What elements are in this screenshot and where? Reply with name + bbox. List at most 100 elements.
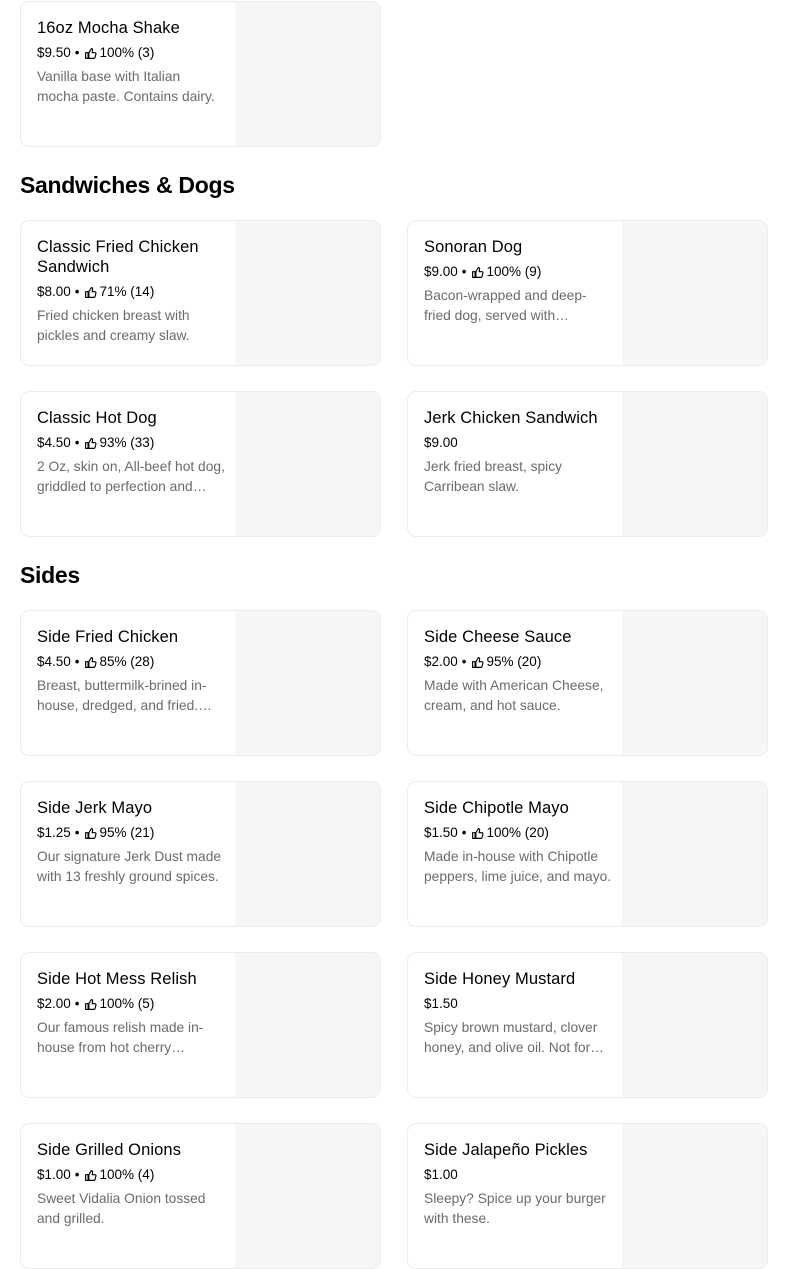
item-rating: 100% (9) (486, 264, 542, 279)
thumbs-up-icon (84, 286, 97, 298)
item-rating: 93% (33) (99, 435, 155, 450)
item-description: Fried chicken breast with pickles and cr… (37, 308, 190, 343)
thumbs-up-icon (471, 656, 484, 668)
item-description: Made in-house with Chipotle peppers, lim… (424, 849, 612, 884)
item-price: $2.00 (37, 996, 71, 1011)
item-name: Side Hot Mess Relish (37, 970, 197, 988)
item-description: Jerk fried breast, spicy Carribean slaw. (424, 459, 563, 494)
item-meta: $2.00 • 95% (20) (424, 652, 612, 672)
item-name: Side Jerk Mayo (37, 799, 153, 817)
item-image (235, 392, 380, 536)
thumbs-up-icon (84, 656, 97, 668)
item-price: $1.00 (424, 1167, 458, 1182)
menu-item-card[interactable]: Jerk Chicken Sandwich $9.00 Jerk fried b… (407, 391, 768, 537)
item-rating: 100% (20) (486, 825, 549, 840)
item-name: Side Honey Mustard (424, 970, 576, 988)
menu-item-card[interactable]: Side Honey Mustard $1.50 Spicy brown mus… (407, 952, 768, 1098)
thumbs-up-icon (84, 47, 97, 59)
item-name: Classic Hot Dog (37, 409, 157, 427)
item-name: Side Cheese Sauce (424, 628, 572, 646)
menu-item-card[interactable]: Side Jerk Mayo $1.25 • 95% (21) Our signa… (20, 781, 381, 927)
item-price: $9.00 (424, 435, 458, 450)
item-price: $1.00 (37, 1167, 71, 1182)
item-rating: 95% (21) (99, 825, 155, 840)
item-description: 2 Oz, skin on, All-beef hot dog, griddle… (37, 459, 225, 494)
item-image (235, 2, 380, 146)
item-price: $4.50 (37, 654, 71, 669)
item-meta: $1.25 • 95% (21) (37, 823, 225, 843)
item-image (235, 1124, 380, 1268)
item-description: Spicy brown mustard, clover honey, and o… (424, 1020, 598, 1055)
item-image (235, 953, 380, 1097)
thumbs-up-icon (84, 998, 97, 1010)
item-description: Our signature Jerk Dust made with 13 fre… (37, 849, 222, 884)
section-title: Sandwiches & Dogs (20, 172, 235, 198)
thumbs-up-icon (471, 266, 484, 278)
item-name: 16oz Mocha Shake (37, 19, 180, 37)
menu-item-card[interactable]: Classic Fried Chicken Sandwich $8.00 • 71… (20, 220, 381, 366)
item-meta: $2.00 • 100% (5) (37, 994, 225, 1014)
item-price: $9.50 (37, 45, 71, 60)
item-price: $1.50 (424, 996, 458, 1011)
item-rating: 95% (20) (486, 654, 542, 669)
item-meta: $4.50 • 85% (28) (37, 652, 225, 672)
item-description: Sleepy? Spice up your burger with these. (424, 1191, 606, 1226)
menu-item-card[interactable]: Side Cheese Sauce $2.00 • 95% (20) Made w… (407, 610, 768, 756)
item-rating: 100% (4) (99, 1167, 155, 1182)
item-price: $2.00 (424, 654, 458, 669)
item-image (622, 1124, 767, 1268)
item-price: $9.00 (424, 264, 458, 279)
item-rating: 71% (14) (99, 284, 155, 299)
item-rating: 100% (3) (99, 45, 155, 60)
item-meta: $9.50 • 100% (3) (37, 43, 225, 63)
section-title: Sides (20, 562, 80, 588)
item-image (235, 782, 380, 926)
item-name: Jerk Chicken Sandwich (424, 409, 598, 427)
item-price: $1.50 (424, 825, 458, 840)
item-name: Side Chipotle Mayo (424, 799, 569, 817)
item-price: $8.00 (37, 284, 71, 299)
thumbs-up-icon (84, 827, 97, 839)
item-image (622, 782, 767, 926)
item-meta: $4.50 • 93% (33) (37, 433, 225, 453)
menu-item-card[interactable]: Side Jalapeño Pickles $1.00 Sleepy? Spic… (407, 1123, 768, 1269)
menu-item-card[interactable]: Sonoran Dog $9.00 • 100% (9) Bacon-wrappe… (407, 220, 768, 366)
item-description: Our famous relish made in-house from hot… (37, 1020, 204, 1055)
item-rating: 100% (5) (99, 996, 155, 1011)
item-meta: $1.50 • 100% (20) (424, 823, 612, 843)
thumbs-up-icon (84, 1169, 97, 1181)
menu-item-card[interactable]: Side Grilled Onions $1.00 • 100% (4) Swee… (20, 1123, 381, 1269)
item-name: Side Fried Chicken (37, 628, 179, 646)
item-image (622, 611, 767, 755)
item-description: Sweet Vidalia Onion tossed and grilled. (37, 1191, 206, 1226)
item-rating: 85% (28) (99, 654, 155, 669)
item-meta: $9.00 • 100% (9) (424, 262, 612, 282)
item-name: Side Jalapeño Pickles (424, 1141, 588, 1159)
item-description: Breast, buttermilk-brined in-house, dred… (37, 678, 207, 713)
item-description: Made with American Cheese, cream, and ho… (424, 678, 604, 713)
menu-item-card[interactable]: Side Chipotle Mayo $1.50 • 100% (20) Made… (407, 781, 768, 927)
item-meta: $1.00 • 100% (4) (37, 1165, 225, 1185)
item-meta: $1.00 (424, 1165, 612, 1185)
item-description: Vanilla base with Italian mocha paste. C… (37, 69, 215, 104)
item-meta: $9.00 (424, 433, 612, 453)
item-name: Classic Fried Chicken Sandwich (37, 238, 199, 276)
item-image (622, 953, 767, 1097)
item-image (235, 221, 380, 365)
item-meta: $8.00 • 71% (14) (37, 282, 225, 302)
item-price: $4.50 (37, 435, 71, 450)
thumbs-up-icon (471, 827, 484, 839)
menu-item-card[interactable]: Side Hot Mess Relish $2.00 • 100% (5) Our… (20, 952, 381, 1098)
menu-item-card[interactable]: Classic Hot Dog $4.50 • 93% (33) 2 Oz, sk… (20, 391, 381, 537)
thumbs-up-icon (84, 437, 97, 449)
menu-item-card[interactable]: 16oz Mocha Shake $9.50 • 100% (3) Vanilla… (20, 1, 381, 147)
item-meta: $1.50 (424, 994, 612, 1014)
item-name: Side Grilled Onions (37, 1141, 182, 1159)
item-price: $1.25 (37, 825, 71, 840)
item-image (622, 221, 767, 365)
item-image (235, 611, 380, 755)
item-image (622, 392, 767, 536)
item-name: Sonoran Dog (424, 238, 523, 256)
menu-item-card[interactable]: Side Fried Chicken $4.50 • 85% (28) Breas… (20, 610, 381, 756)
item-description: Bacon-wrapped and deep-fried dog, served… (424, 288, 587, 323)
